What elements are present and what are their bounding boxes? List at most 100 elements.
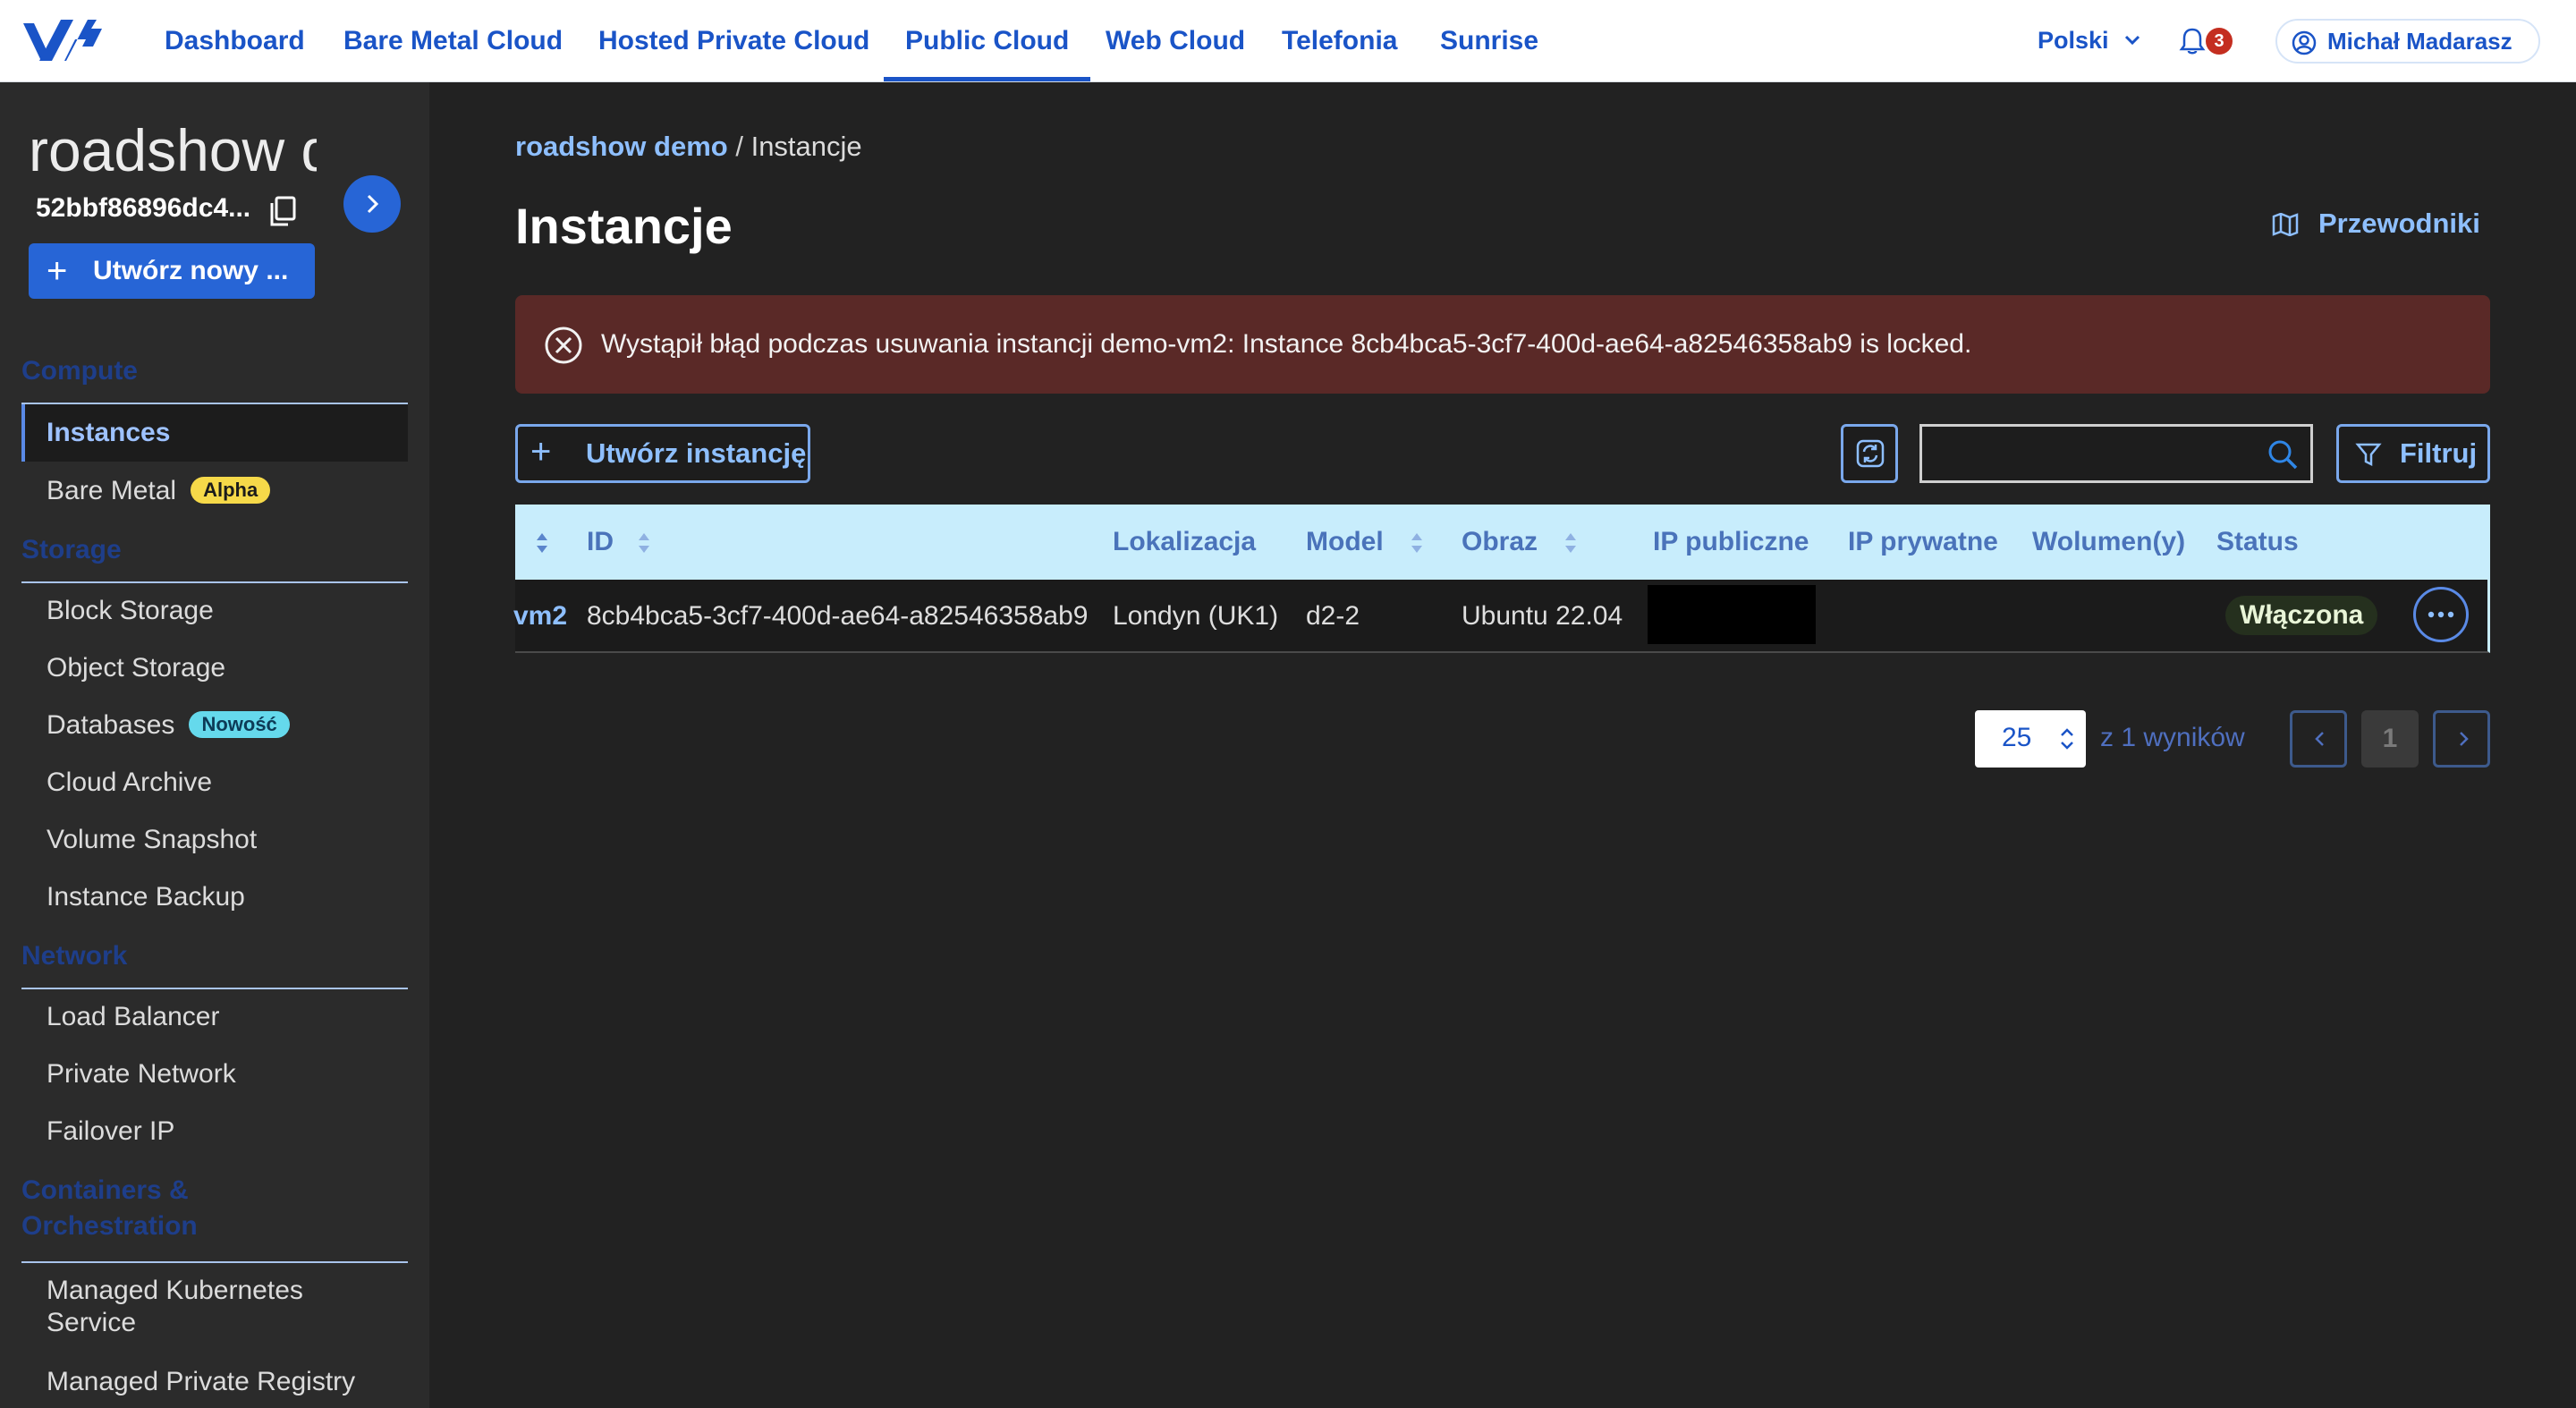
column-header-private-ip: IP prywatne bbox=[1848, 527, 1998, 556]
column-header-id[interactable]: ID bbox=[587, 505, 614, 580]
sidebar-item-instance-backup[interactable]: Instance Backup bbox=[47, 882, 245, 912]
section-title-containers-line2: Orchestration bbox=[21, 1211, 198, 1241]
sort-icon[interactable] bbox=[1563, 531, 1578, 555]
language-selector[interactable]: Polski bbox=[2038, 0, 2140, 81]
up-down-chevron-icon bbox=[2061, 728, 2073, 750]
section-divider bbox=[21, 1261, 408, 1263]
filter-button[interactable]: Filtruj bbox=[2336, 424, 2490, 483]
sort-icon[interactable] bbox=[1410, 531, 1424, 555]
page-title: Instancje bbox=[515, 198, 733, 254]
previous-page-button[interactable] bbox=[2290, 710, 2347, 768]
sidebar-item-instances[interactable]: Instances bbox=[47, 418, 170, 448]
sidebar-item-private-network[interactable]: Private Network bbox=[47, 1059, 236, 1090]
sidebar-item-failover-ip[interactable]: Failover IP bbox=[47, 1116, 174, 1147]
column-header-location[interactable]: Lokalizacja bbox=[1113, 505, 1256, 580]
breadcrumb-project-link[interactable]: roadshow demo bbox=[515, 131, 728, 162]
sidebar-item-databases[interactable]: Databases Nowość bbox=[47, 710, 290, 741]
plus-icon: + bbox=[47, 251, 68, 291]
section-title-network: Network bbox=[21, 941, 128, 971]
user-name: Michał Madarasz bbox=[2327, 28, 2512, 55]
search-field[interactable] bbox=[1919, 424, 2313, 483]
chevron-right-icon bbox=[2460, 732, 2469, 746]
expand-sidebar-button[interactable] bbox=[343, 175, 401, 233]
error-alert-message: Wystąpił błąd podczas usuwania instancji… bbox=[601, 329, 1972, 359]
column-header-volumes: Wolumen(y) bbox=[2032, 527, 2186, 556]
more-horizontal-icon bbox=[2428, 611, 2454, 618]
nav-hosted-private-cloud[interactable]: Hosted Private Cloud bbox=[598, 0, 869, 81]
bell-icon[interactable] bbox=[2179, 27, 2206, 55]
section-title-storage: Storage bbox=[21, 535, 122, 564]
create-instance-label: Utwórz instancję bbox=[586, 437, 807, 469]
sidebar-item-managed-private-registry[interactable]: Managed Private Registry bbox=[47, 1367, 355, 1397]
filter-icon bbox=[2355, 443, 2382, 467]
notification-count-badge: 3 bbox=[2206, 28, 2233, 55]
sidebar-item-volume-snapshot[interactable]: Volume Snapshot bbox=[47, 825, 257, 855]
sidebar: roadshow demo 52bbf86896dc4... + Utwórz … bbox=[0, 82, 429, 1408]
instance-model: d2-2 bbox=[1306, 601, 1360, 631]
create-new-project-button[interactable]: + Utwórz nowy ... bbox=[29, 243, 315, 299]
sort-icon[interactable] bbox=[637, 531, 651, 555]
sidebar-item-load-balancer[interactable]: Load Balancer bbox=[47, 1002, 219, 1032]
search-input[interactable] bbox=[1931, 434, 2266, 475]
search-icon[interactable] bbox=[2266, 437, 2300, 471]
language-label: Polski bbox=[2038, 27, 2109, 54]
error-alert: Wystąpił błąd podczas usuwania instancji… bbox=[515, 295, 2490, 394]
table-row: vm2 8cb4bca5-3cf7-400d-ae64-a82546358ab9… bbox=[513, 580, 2490, 653]
plus-icon: + bbox=[530, 432, 552, 471]
user-icon bbox=[2292, 30, 2317, 55]
user-menu-button[interactable]: Michał Madarasz bbox=[2275, 19, 2540, 64]
chevron-left-icon bbox=[2315, 732, 2324, 746]
copy-icon[interactable] bbox=[268, 195, 299, 227]
filter-label: Filtruj bbox=[2400, 437, 2478, 469]
sidebar-item-managed-kubernetes-line2[interactable]: Service bbox=[47, 1308, 136, 1338]
sidebar-item-block-storage[interactable]: Block Storage bbox=[47, 596, 214, 626]
create-instance-button[interactable]: + Utwórz instancję bbox=[515, 424, 810, 483]
guides-label: Przewodniki bbox=[2318, 208, 2480, 239]
page-size-select[interactable]: 25 bbox=[1975, 710, 2086, 768]
sidebar-item-bare-metal[interactable]: Bare Metal Alpha bbox=[47, 476, 271, 506]
sidebar-item-cloud-archive[interactable]: Cloud Archive bbox=[47, 768, 212, 798]
breadcrumb-separator: / bbox=[735, 131, 743, 162]
project-name: roadshow demo bbox=[29, 117, 317, 183]
current-page-number[interactable]: 1 bbox=[2361, 710, 2419, 768]
map-icon bbox=[2272, 213, 2299, 236]
next-page-button[interactable] bbox=[2433, 710, 2490, 768]
column-header-status: Status bbox=[2216, 527, 2299, 556]
row-actions-menu-button[interactable] bbox=[2413, 587, 2469, 642]
nav-sunrise[interactable]: Sunrise bbox=[1440, 0, 1538, 81]
sidebar-item-managed-kubernetes-line1[interactable]: Managed Kubernetes bbox=[47, 1276, 303, 1306]
refresh-icon bbox=[1856, 439, 1885, 468]
status-badge: Włączona bbox=[2225, 596, 2378, 635]
sidebar-item-label: Bare Metal bbox=[47, 476, 177, 505]
section-divider bbox=[21, 988, 408, 989]
nav-bare-metal-cloud[interactable]: Bare Metal Cloud bbox=[343, 0, 563, 81]
table-header: ID Lokalizacja Model Obraz IP publiczne … bbox=[515, 505, 2490, 580]
project-id: 52bbf86896dc4... bbox=[36, 193, 251, 223]
sidebar-item-label: Databases bbox=[47, 710, 175, 740]
create-new-label: Utwórz nowy ... bbox=[93, 256, 289, 285]
breadcrumb: roadshow demo / Instancje bbox=[515, 131, 862, 163]
instance-image: Ubuntu 22.04 bbox=[1462, 601, 1623, 631]
chevron-down-icon bbox=[2124, 35, 2140, 46]
instance-id: 8cb4bca5-3cf7-400d-ae64-a82546358ab9 bbox=[587, 601, 1089, 631]
column-header-model[interactable]: Model bbox=[1306, 505, 1384, 580]
ovhcloud-logo[interactable] bbox=[20, 16, 102, 66]
breadcrumb-current: Instancje bbox=[750, 131, 862, 162]
guides-link[interactable]: Przewodniki bbox=[2272, 208, 2480, 240]
nav-telefonia[interactable]: Telefonia bbox=[1282, 0, 1397, 81]
column-header-image[interactable]: Obraz bbox=[1462, 505, 1538, 580]
nav-dashboard[interactable]: Dashboard bbox=[165, 0, 305, 81]
sidebar-item-object-storage[interactable]: Object Storage bbox=[47, 653, 225, 683]
instance-name-link[interactable]: vm2 bbox=[513, 580, 567, 653]
refresh-button[interactable] bbox=[1841, 424, 1898, 483]
results-count: z 1 wyników bbox=[2100, 723, 2245, 752]
section-title-compute: Compute bbox=[21, 356, 138, 386]
alpha-badge: Alpha bbox=[191, 477, 271, 504]
nav-public-cloud[interactable]: Public Cloud bbox=[883, 0, 1091, 81]
nav-web-cloud[interactable]: Web Cloud bbox=[1106, 0, 1245, 81]
page-size-value: 25 bbox=[2002, 723, 2032, 752]
instance-location: Londyn (UK1) bbox=[1113, 601, 1279, 631]
redacted-public-ip bbox=[1648, 585, 1816, 644]
column-header-public-ip: IP publiczne bbox=[1653, 527, 1809, 556]
sort-icon[interactable] bbox=[535, 531, 549, 555]
